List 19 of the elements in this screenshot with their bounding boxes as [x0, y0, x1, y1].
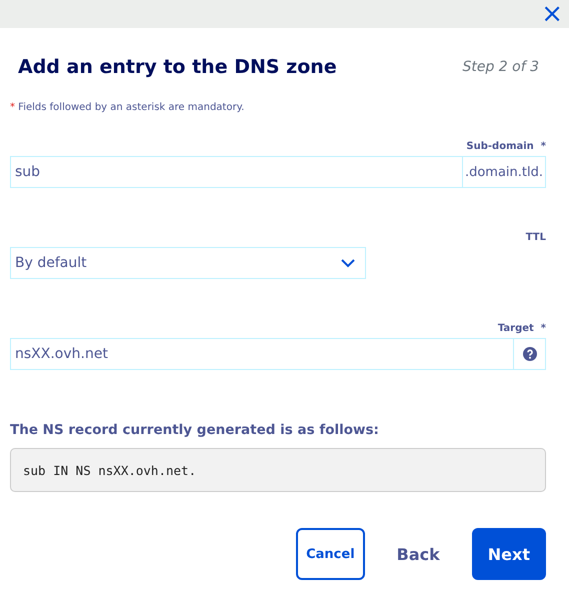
chevron-down-icon	[341, 258, 355, 268]
ttl-select[interactable]: By default	[10, 247, 366, 279]
target-input[interactable]: nsXX.ovh.net	[10, 338, 514, 370]
field-label: Sub-domain *	[465, 141, 546, 152]
domain-suffix: .domain.tld.	[462, 156, 546, 188]
step-indicator: Step 2 of 3	[462, 59, 539, 75]
field-label: TTL	[524, 232, 546, 243]
close-button[interactable]: ×	[535, 2, 569, 26]
dialog-title: Add an entry to the DNS zone	[18, 56, 337, 78]
next-button[interactable]: Next	[472, 528, 546, 580]
record-heading: The NS record currently generated is as follows:	[10, 422, 380, 438]
back-button[interactable]: Back	[374, 528, 462, 580]
field-label: Target *	[496, 323, 546, 334]
help-button[interactable]	[514, 338, 546, 370]
record-preview: sub IN NS nsXX.ovh.net.	[10, 448, 546, 492]
mandatory-note: * Fields followed by an asterisk are mandatory.	[10, 102, 246, 113]
help-icon	[522, 347, 536, 361]
cancel-button[interactable]: Cancel	[296, 528, 365, 580]
subdomain-input[interactable]: sub	[10, 156, 463, 188]
